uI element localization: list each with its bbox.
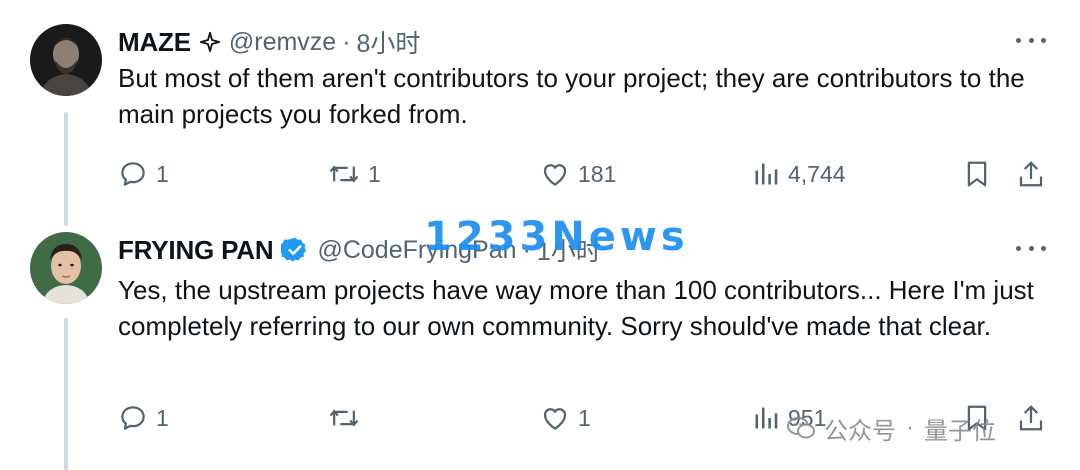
views-chart-icon <box>755 407 778 429</box>
avatar[interactable] <box>30 24 102 96</box>
timestamp[interactable]: 8小时 <box>357 24 421 60</box>
more-options-icon[interactable] <box>1016 236 1046 260</box>
like-button[interactable]: 1 <box>540 400 591 436</box>
share-icon <box>1019 405 1043 431</box>
wechat-watermark-separator: · <box>906 414 914 441</box>
repost-button[interactable]: 1 <box>328 156 381 192</box>
wechat-icon <box>787 417 815 439</box>
share-button[interactable] <box>1016 400 1046 436</box>
display-name[interactable]: FRYING PAN <box>118 235 274 266</box>
tweet-header: MAZE @remvze · 8小时 <box>118 24 420 60</box>
repost-icon <box>329 409 359 427</box>
views-chart-icon <box>755 163 778 185</box>
tweet-text: But most of them aren't contributors to … <box>118 63 1025 129</box>
share-icon <box>1019 161 1043 187</box>
verified-badge-icon <box>281 236 309 264</box>
like-count: 1 <box>578 404 591 431</box>
like-button[interactable]: 181 <box>540 156 616 192</box>
wechat-watermark-source: 量子位 <box>924 417 996 445</box>
reply-button[interactable]: 1 <box>118 400 169 436</box>
reply-thread: MAZE @remvze · 8小时 But most of them aren… <box>0 0 1080 470</box>
bookmark-icon <box>967 161 987 187</box>
views-count: 4,744 <box>788 160 846 187</box>
reply-count: 1 <box>156 160 169 187</box>
repost-icon <box>329 165 359 183</box>
display-name[interactable]: MAZE <box>118 27 191 58</box>
heart-icon <box>543 408 567 430</box>
tweet-maze[interactable]: MAZE @remvze · 8小时 But most of them aren… <box>0 24 1080 214</box>
sparkle-icon <box>199 31 221 53</box>
bookmark-button[interactable] <box>962 156 992 192</box>
share-button[interactable] <box>1016 156 1046 192</box>
repost-button[interactable] <box>328 400 368 436</box>
reply-button[interactable]: 1 <box>118 156 169 192</box>
tweet-text: Yes, the upstream projects have way more… <box>118 275 1034 341</box>
reply-icon <box>121 162 145 186</box>
like-count: 181 <box>578 160 617 187</box>
tweet-actions: 1 1 181 4,744 <box>118 156 1048 192</box>
more-options-icon[interactable] <box>1016 28 1046 52</box>
heart-icon <box>543 164 567 186</box>
avatar[interactable] <box>30 232 102 304</box>
reply-count: 1 <box>156 404 169 431</box>
user-handle[interactable]: @remvze <box>229 28 336 57</box>
news-watermark: 1233News <box>424 214 689 260</box>
views-button[interactable]: 4,744 <box>752 156 846 192</box>
wechat-watermark-label: 公众号 <box>824 417 896 445</box>
reply-icon <box>121 406 145 430</box>
repost-count: 1 <box>368 160 381 187</box>
wechat-watermark: 公众号 · 量子位 <box>786 410 996 446</box>
header-separator: · <box>342 27 351 56</box>
